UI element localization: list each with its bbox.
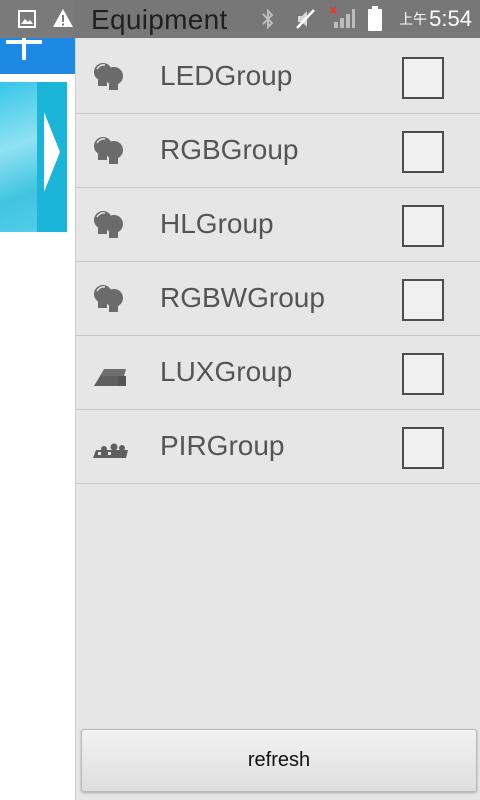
status-bar: Equipment 上午5:54 xyxy=(0,0,480,38)
equipment-group-list: LEDGroup RGBGroup HLGroup RGBWGroup LUXG… xyxy=(76,40,480,484)
list-item-label: RGBWGroup xyxy=(160,282,325,313)
clock-time: 5:54 xyxy=(429,6,472,31)
list-item-pirgroup[interactable]: PIRGroup xyxy=(76,410,480,484)
page-title: Equipment xyxy=(91,4,228,35)
lux-sensor-icon xyxy=(94,369,126,386)
signal-icon xyxy=(330,6,355,28)
list-item-label: HLGroup xyxy=(160,208,274,239)
checkbox[interactable] xyxy=(402,131,444,173)
bulb-icon xyxy=(94,137,123,164)
bulb-icon xyxy=(94,211,123,238)
checkbox[interactable] xyxy=(402,427,444,469)
bluetooth-icon xyxy=(262,8,274,30)
list-item-rgbgroup[interactable]: RGBGroup xyxy=(76,114,480,188)
warning-icon xyxy=(53,9,73,27)
battery-icon xyxy=(368,6,382,31)
refresh-button[interactable]: refresh xyxy=(81,729,477,792)
checkbox[interactable] xyxy=(402,279,444,321)
clock-am-pm: 上午 xyxy=(399,11,428,27)
checkbox[interactable] xyxy=(402,205,444,247)
chevron-right-icon xyxy=(44,112,60,192)
list-item-rgbwgroup[interactable]: RGBWGroup xyxy=(76,262,480,336)
image-notification-icon xyxy=(18,10,36,28)
list-item-label: LEDGroup xyxy=(160,60,293,91)
equipment-drawer: LEDGroup RGBGroup HLGroup RGBWGroup LUXG… xyxy=(75,38,480,800)
bulb-icon xyxy=(94,285,123,312)
list-item-label: RGBGroup xyxy=(160,134,299,165)
list-item-label: LUXGroup xyxy=(160,356,293,387)
list-item-ledgroup[interactable]: LEDGroup xyxy=(76,40,480,114)
mute-icon xyxy=(296,9,315,29)
checkbox[interactable] xyxy=(402,57,444,99)
clock: 上午5:54 xyxy=(399,6,472,32)
checkbox[interactable] xyxy=(402,353,444,395)
list-item-hlgroup[interactable]: HLGroup xyxy=(76,188,480,262)
pir-sensor-icon xyxy=(93,443,128,458)
banner-next-button[interactable] xyxy=(37,82,67,232)
list-item-label: PIRGroup xyxy=(160,430,285,461)
list-item-luxgroup[interactable]: LUXGroup xyxy=(76,336,480,410)
bulb-icon xyxy=(94,63,123,90)
